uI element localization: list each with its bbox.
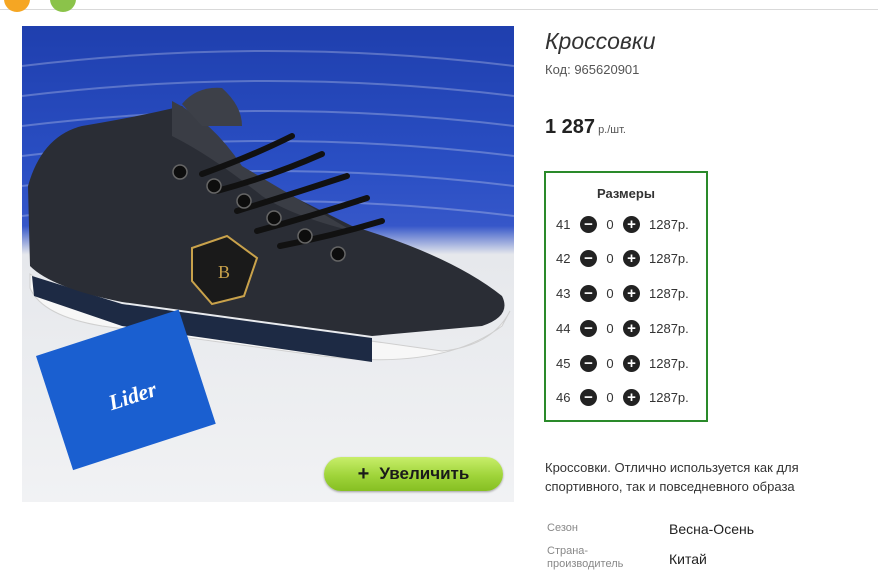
size-row: 41 − 0 + 1287р. xyxy=(556,214,689,234)
size-price: 1287р. xyxy=(649,355,689,371)
product-photo[interactable]: B Lider xyxy=(22,26,514,502)
spec-label-country: Страна-производитель xyxy=(547,545,624,570)
green-circle-icon[interactable] xyxy=(50,0,76,12)
quantity-value[interactable]: 0 xyxy=(597,217,623,232)
minus-icon[interactable]: − xyxy=(580,215,597,233)
plus-icon: + xyxy=(357,462,370,485)
size-row: 44 − 0 + 1287р. xyxy=(556,318,689,338)
size-value: 45 xyxy=(556,355,571,371)
minus-icon[interactable]: − xyxy=(580,319,597,337)
size-price: 1287р. xyxy=(649,285,689,301)
sizes-panel: Размеры 41 − 0 + 1287р. 42 − 0 + 1287р. … xyxy=(544,171,708,422)
sizes-title: Размеры xyxy=(597,186,655,201)
product-title: Кроссовки xyxy=(545,28,656,54)
size-value: 41 xyxy=(556,216,571,232)
size-price: 1287р. xyxy=(649,250,689,266)
size-value: 42 xyxy=(556,250,571,266)
spec-label-season: Сезон xyxy=(547,522,578,534)
spec-value-country: Китай xyxy=(669,551,707,567)
plus-circle-icon[interactable]: + xyxy=(623,319,640,337)
minus-icon[interactable]: − xyxy=(580,284,597,302)
product-code: Код: 965620901 xyxy=(545,62,640,77)
size-value: 46 xyxy=(556,389,571,405)
spec-value-season: Весна-Осень xyxy=(669,521,755,537)
product-price: 1 287 р./шт. xyxy=(545,116,626,139)
price-unit: р./шт. xyxy=(598,124,626,136)
top-bar xyxy=(0,0,878,12)
quantity-value[interactable]: 0 xyxy=(597,321,623,336)
price-amount: 1 287 xyxy=(545,116,596,138)
size-row: 43 − 0 + 1287р. xyxy=(556,283,689,303)
quantity-value[interactable]: 0 xyxy=(597,356,623,371)
sneaker-illustration: B Lider xyxy=(22,50,514,471)
size-row: 46 − 0 + 1287р. xyxy=(556,387,689,407)
svg-text:B: B xyxy=(218,262,230,282)
size-row: 45 − 0 + 1287р. xyxy=(556,353,689,373)
minus-icon[interactable]: − xyxy=(580,249,597,267)
size-value: 44 xyxy=(556,320,571,336)
size-row: 42 − 0 + 1287р. xyxy=(556,248,689,268)
minus-icon[interactable]: − xyxy=(580,388,597,406)
minus-icon[interactable]: − xyxy=(580,354,597,372)
quantity-value[interactable]: 0 xyxy=(597,286,623,301)
plus-circle-icon[interactable]: + xyxy=(623,215,640,233)
quantity-value[interactable]: 0 xyxy=(597,251,623,266)
plus-circle-icon[interactable]: + xyxy=(623,249,640,267)
size-price: 1287р. xyxy=(649,320,689,336)
size-price: 1287р. xyxy=(649,216,689,232)
plus-circle-icon[interactable]: + xyxy=(623,388,640,406)
orange-circle-icon[interactable] xyxy=(4,0,30,12)
plus-circle-icon[interactable]: + xyxy=(623,354,640,372)
zoom-button[interactable]: + Увеличить xyxy=(324,457,503,491)
size-price: 1287р. xyxy=(649,389,689,405)
quantity-value[interactable]: 0 xyxy=(597,390,623,405)
plus-circle-icon[interactable]: + xyxy=(623,284,640,302)
zoom-label: Увеличить xyxy=(379,464,470,483)
size-value: 43 xyxy=(556,285,571,301)
product-description: Кроссовки. Отлично используется как для … xyxy=(545,460,799,494)
